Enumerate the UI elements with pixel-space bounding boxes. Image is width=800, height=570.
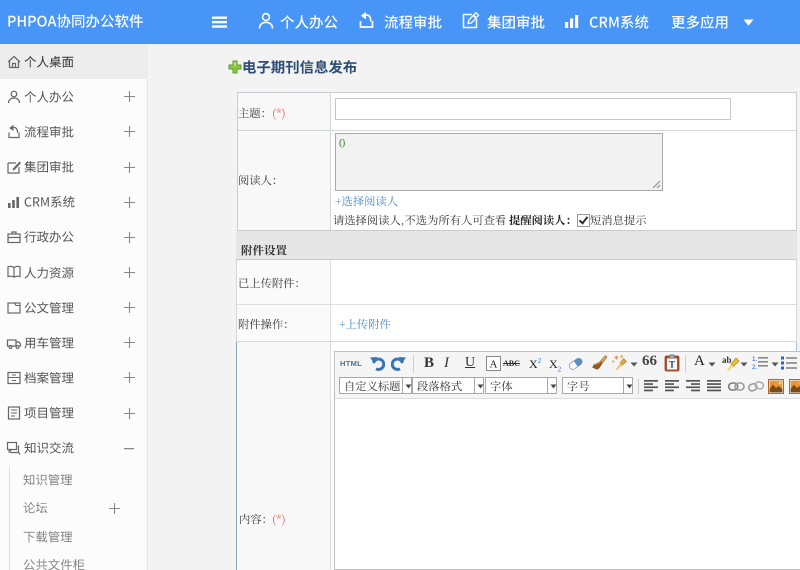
svg-text:2.: 2. (752, 364, 758, 370)
svg-text:ab: ab (722, 355, 732, 365)
svg-text:1.: 1. (752, 356, 758, 363)
svg-text:T: T (669, 360, 675, 370)
svg-text:A: A (490, 359, 498, 371)
